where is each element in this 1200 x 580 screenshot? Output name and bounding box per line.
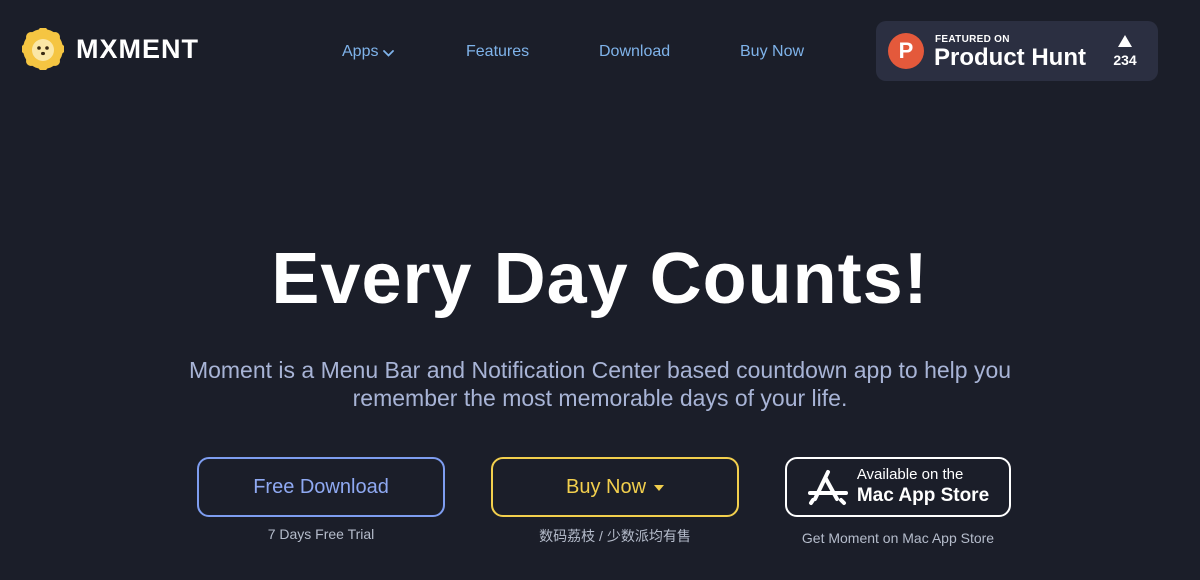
nav-download[interactable]: Download xyxy=(599,43,670,61)
sun-face-icon xyxy=(22,28,64,70)
free-download-button[interactable]: Free Download xyxy=(197,457,445,517)
buy-now-caption: 数码荔枝 / 少数派均有售 xyxy=(539,528,691,544)
ph-vote-count: 234 xyxy=(1113,52,1137,68)
product-hunt-badge[interactable]: P FEATURED ON Product Hunt 234 xyxy=(876,21,1158,81)
hero-title: Every Day Counts! xyxy=(271,239,929,319)
mac-app-store-text: Available on the Mac App Store xyxy=(857,466,989,508)
nav-features[interactable]: Features xyxy=(466,43,529,61)
app-store-icon xyxy=(807,470,848,505)
buy-now-label: Buy Now xyxy=(565,475,647,498)
mas-line2: Mac App Store xyxy=(856,485,990,506)
chevron-down-icon xyxy=(383,49,395,57)
nav-buy-now[interactable]: Buy Now xyxy=(740,43,804,61)
logo[interactable]: MXMENT xyxy=(22,28,199,70)
caret-down-icon xyxy=(654,485,665,491)
upvote-triangle-icon xyxy=(1118,35,1132,47)
mac-app-store-button[interactable]: Available on the Mac App Store xyxy=(785,457,1011,517)
buy-now-button[interactable]: Buy Now xyxy=(491,457,739,517)
mas-line1: Available on the xyxy=(856,466,964,483)
nav-apps[interactable]: Apps xyxy=(342,43,395,61)
hero-subtitle: Moment is a Menu Bar and Notification Ce… xyxy=(188,357,1012,411)
mac-app-store-caption: Get Moment on Mac App Store xyxy=(801,530,995,546)
ph-name: Product Hunt xyxy=(934,44,1086,71)
free-download-label: Free Download xyxy=(253,475,389,498)
free-trial-caption: 7 Days Free Trial xyxy=(267,526,375,542)
logo-text: MXMENT xyxy=(76,33,199,64)
nav-apps-label: Apps xyxy=(342,43,379,60)
product-hunt-logo-icon: P xyxy=(888,33,924,69)
